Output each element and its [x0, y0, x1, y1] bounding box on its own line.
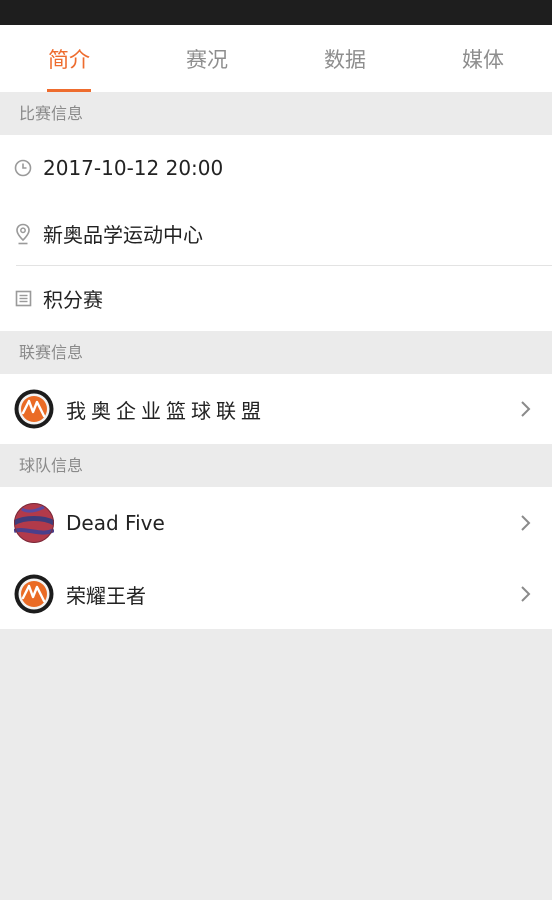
team-info-header: 球队信息 — [0, 444, 552, 487]
team-info-panel: Dead Five 荣耀王者 — [0, 487, 552, 629]
tab-media-label: 媒体 — [462, 47, 504, 72]
tab-game-status-label: 赛况 — [186, 47, 228, 72]
basketball-logo-icon — [14, 574, 54, 614]
match-info-header: 比赛信息 — [0, 92, 552, 135]
tab-stats-label: 数据 — [324, 47, 366, 72]
team-row[interactable]: Dead Five — [0, 487, 552, 559]
match-info-panel: 2017-10-12 20:00 新奥品学运动中心 积分赛 — [0, 135, 552, 331]
match-datetime: 2017-10-12 20:00 — [43, 156, 224, 180]
league-row[interactable]: 我奥企业篮球联盟 — [0, 374, 552, 444]
chevron-right-icon — [520, 514, 532, 532]
team-name: 荣耀王者 — [66, 583, 146, 608]
red-ball-logo-icon — [12, 503, 56, 543]
team-row[interactable]: 荣耀王者 — [0, 559, 552, 629]
tab-bar: 简介 赛况 数据 媒体 — [0, 25, 552, 92]
match-venue: 新奥品学运动中心 — [43, 223, 203, 247]
match-type-row: 积分赛 — [0, 266, 552, 331]
chevron-right-icon — [520, 400, 532, 418]
tab-intro[interactable]: 简介 — [0, 25, 138, 92]
location-pin-icon — [13, 223, 33, 244]
league-info-header: 联赛信息 — [0, 331, 552, 374]
list-icon — [13, 289, 33, 309]
match-venue-row: 新奥品学运动中心 — [0, 201, 552, 266]
basketball-logo-icon — [14, 389, 54, 429]
chevron-right-icon — [520, 585, 532, 603]
match-datetime-row: 2017-10-12 20:00 — [0, 135, 552, 201]
match-type: 积分赛 — [43, 288, 103, 312]
status-bar — [0, 0, 552, 25]
league-info-panel: 我奥企业篮球联盟 — [0, 374, 552, 444]
team-name: Dead Five — [66, 511, 165, 535]
tab-media[interactable]: 媒体 — [414, 25, 552, 92]
clock-icon — [13, 158, 33, 178]
tab-game-status[interactable]: 赛况 — [138, 25, 276, 92]
league-name: 我奥企业篮球联盟 — [66, 398, 266, 423]
tab-intro-label: 简介 — [48, 47, 90, 72]
tab-stats[interactable]: 数据 — [276, 25, 414, 92]
